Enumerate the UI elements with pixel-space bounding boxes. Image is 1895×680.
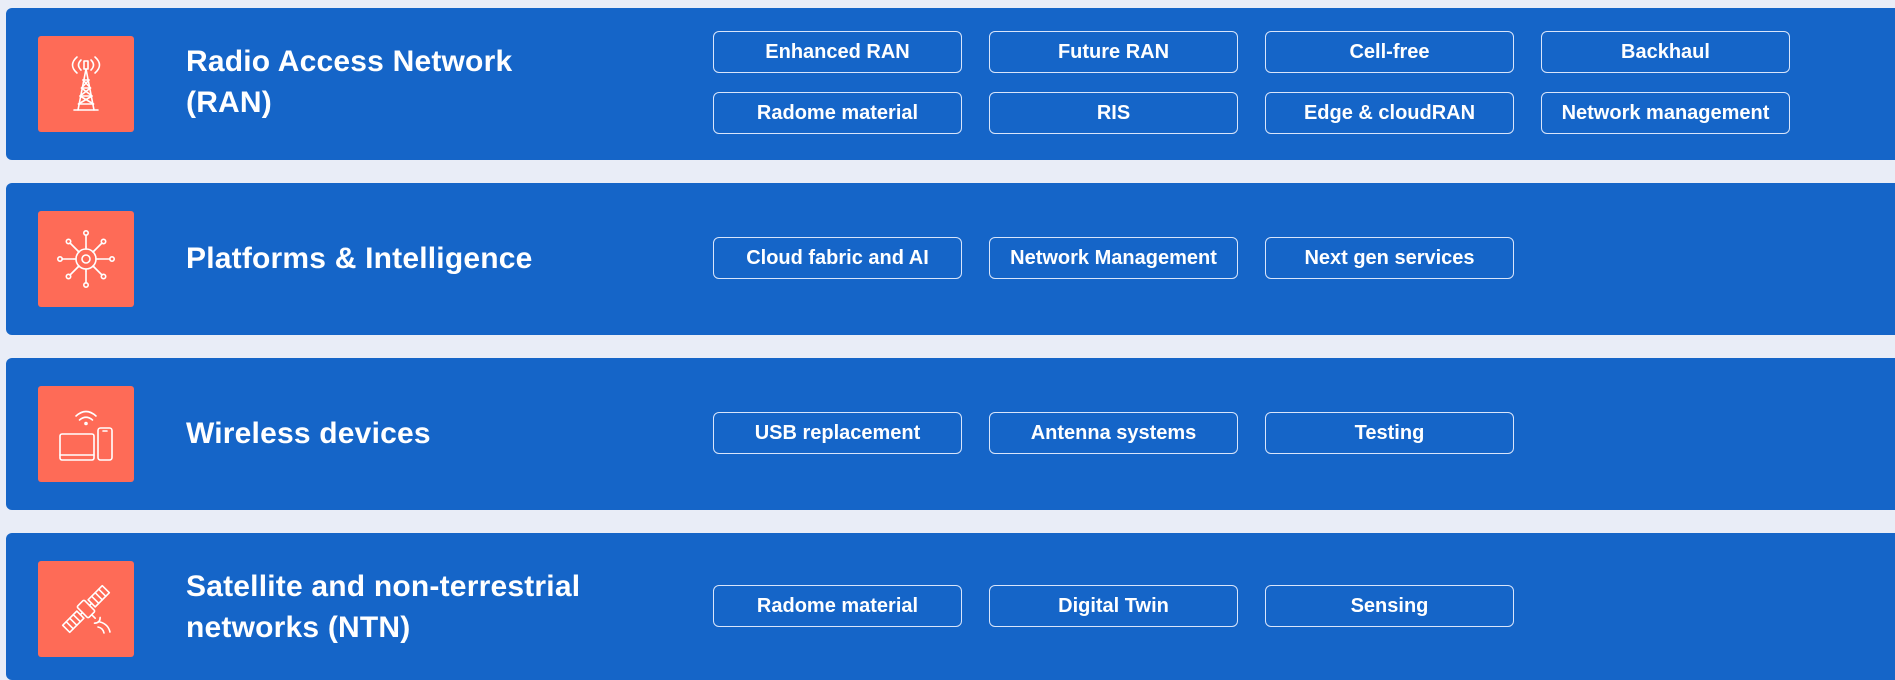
chip-next-gen-services[interactable]: Next gen services xyxy=(1265,237,1514,279)
chip-enhanced-ran[interactable]: Enhanced RAN xyxy=(713,31,962,73)
category-band-satellite-ntn: Satellite and non-terrestrial networks (… xyxy=(6,533,1895,680)
chip-antenna-systems[interactable]: Antenna systems xyxy=(989,412,1238,454)
category-title: Radio Access Network (RAN) xyxy=(186,41,512,123)
category-title-line-1: Radio Access Network xyxy=(186,45,513,78)
category-title-line-1: Platforms & Intelligence xyxy=(186,242,533,275)
chip-sensing[interactable]: Sensing xyxy=(1265,585,1514,627)
chip-radome-material[interactable]: Radome material xyxy=(713,92,962,134)
chip-cloud-fabric-ai[interactable]: Cloud fabric and AI xyxy=(713,237,962,279)
chip-digital-twin[interactable]: Digital Twin xyxy=(989,585,1238,627)
chip-ris[interactable]: RIS xyxy=(989,92,1238,134)
chip-radome-material[interactable]: Radome material xyxy=(713,585,962,627)
chip-usb-replacement[interactable]: USB replacement xyxy=(713,412,962,454)
chip-future-ran[interactable]: Future RAN xyxy=(989,31,1238,73)
satellite-icon xyxy=(38,561,134,657)
chip-testing[interactable]: Testing xyxy=(1265,412,1514,454)
category-title: Wireless devices xyxy=(186,413,431,454)
category-title: Platforms & Intelligence xyxy=(186,238,533,279)
network-hub-gear-icon xyxy=(38,211,134,307)
category-title: Satellite and non-terrestrial networks (… xyxy=(186,566,580,648)
wireless-devices-icon xyxy=(38,386,134,482)
category-title-line-1: Wireless devices xyxy=(186,417,431,450)
chip-cell-free[interactable]: Cell-free xyxy=(1265,31,1514,73)
category-title-line-2: networks (NTN) xyxy=(186,611,411,644)
category-title-line-2: (RAN) xyxy=(186,86,272,119)
chip-edge-cloudran[interactable]: Edge & cloudRAN xyxy=(1265,92,1514,134)
category-band-ran: Radio Access Network (RAN) Enhanced RAN … xyxy=(6,8,1895,160)
chip-backhaul[interactable]: Backhaul xyxy=(1541,31,1790,73)
radio-tower-icon xyxy=(38,36,134,132)
category-band-platforms: Platforms & Intelligence Cloud fabric an… xyxy=(6,183,1895,335)
category-band-wireless-devices: Wireless devices USB replacement Antenna… xyxy=(6,358,1895,510)
chip-network-management[interactable]: Network management xyxy=(1541,92,1790,134)
category-title-line-1: Satellite and non-terrestrial xyxy=(186,570,581,603)
chip-network-management[interactable]: Network Management xyxy=(989,237,1238,279)
